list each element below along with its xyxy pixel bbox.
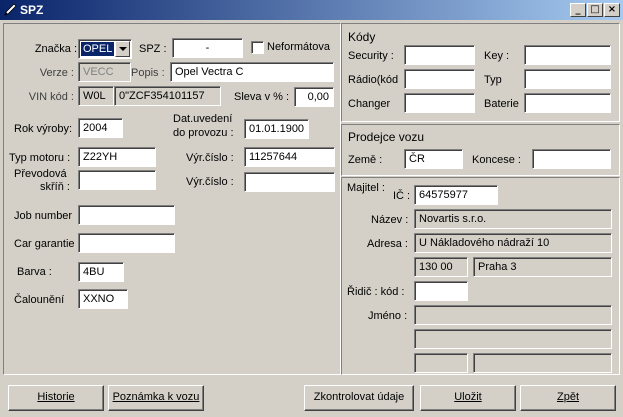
ulozit-button-label: Uložit [454,391,482,403]
poznamka-button-label: Poznámka k vozu [112,391,200,403]
job-label: Job number [14,210,73,222]
radio-input[interactable] [404,69,475,89]
adresa-input[interactable]: U Nákladového nádraží 10 [414,233,612,253]
typ-input[interactable] [524,69,611,89]
popis-input[interactable]: Opel Vectra C [170,62,334,82]
pencil-icon [4,3,17,16]
calouneni-label: Čalounění [14,294,65,306]
jmeno-extra-input[interactable] [414,329,612,349]
zpet-button-label: Zpět [556,391,579,403]
close-button[interactable]: × [604,3,620,17]
nazev-label: Název : [371,214,409,226]
changer-input[interactable] [404,93,475,113]
vin-prefix-input[interactable]: W0L [78,86,114,106]
ic-label: IČ : [393,190,411,202]
neformatova-label: Neformátova [267,41,330,53]
baterie-input[interactable] [524,93,611,113]
minimize-button[interactable]: _ [570,3,586,17]
neformatova-checkbox[interactable] [251,41,264,54]
jmeno-input[interactable] [414,305,612,325]
zkontrolovat-button[interactable]: Zkontrolovat údaje [304,385,414,411]
security-label: Security : [348,50,394,62]
majitel-title: Majitel : [347,182,385,194]
nazev-input[interactable]: Novartis s.r.o. [414,209,612,229]
popis-label: Popis : [131,67,165,79]
typ-label: Typ [484,74,502,86]
verze-input[interactable]: VECC [78,62,131,82]
key-label: Key : [484,50,510,62]
znacka-selected-value: OPEL [81,42,115,56]
poznamka-button[interactable]: Poznámka k vozu [108,385,204,411]
rok-input[interactable]: 2004 [78,118,123,138]
ridic-input[interactable] [414,281,468,301]
key-input[interactable] [524,45,611,65]
mesto-input[interactable]: Praha 3 [473,257,612,277]
koncese-label: Koncese : [472,154,521,166]
sleva-label: Sleva v % : [234,91,290,103]
jmeno-mesto-input[interactable] [473,353,612,373]
verze-label: Verze : [39,67,74,79]
vyr-cislo-input-1[interactable]: 11257644 [244,147,335,167]
title-bar: SPZ _ □ × [0,0,623,20]
changer-label: Changer [348,98,391,110]
rok-label: Rok výroby: [14,123,73,135]
dat-label-1: Dat.uvedení [173,113,233,125]
psc-input[interactable]: 130 00 [414,257,468,277]
adresa-label: Adresa : [367,238,408,250]
vin-label: VIN kód : [28,91,74,103]
jmeno-psc-input[interactable] [414,353,468,373]
vin-input[interactable]: 0"ZCF354101157 [114,86,221,106]
barva-label: Barva : [17,266,52,278]
prevodova-input[interactable] [78,170,156,190]
vyr-cislo-label-1: Výr.číslo : [186,152,234,164]
car-garantie-label: Car garantie [14,238,75,250]
window-title: SPZ [20,3,44,17]
radio-label: Rádio(kód [348,74,399,86]
vyr-cislo-input-2[interactable] [244,172,335,192]
ulozit-button[interactable]: Uložit [420,385,516,411]
dat-input[interactable]: 01.01.1900 [244,119,309,139]
spz-input[interactable]: - [172,38,243,58]
prodejce-title: Prodejce vozu [348,130,425,144]
zeme-input[interactable]: ČR [404,149,463,169]
baterie-label: Baterie [484,98,519,110]
maximize-button[interactable]: □ [587,3,603,17]
dat-label-2: do provozu : [173,127,234,139]
znacka-select[interactable]: OPEL [78,39,132,59]
vyr-cislo-label-2: Výr.číslo : [186,176,234,188]
security-input[interactable] [404,45,475,65]
historie-button-label: Historie [37,391,75,403]
ic-input[interactable]: 64575977 [414,185,498,205]
ridic-label: Řidič : kód : [347,286,405,298]
prevodova-label-2: skříň : [40,181,70,193]
koncese-input[interactable] [532,149,611,169]
chevron-down-icon[interactable] [115,41,130,57]
zeme-label: Země : [348,154,383,166]
znacka-label: Značka : [34,43,77,55]
job-input[interactable] [78,205,175,225]
kody-title: Kódy [348,30,376,44]
calouneni-input[interactable]: XXNO [78,289,128,309]
sleva-input[interactable]: 0,00 [294,87,334,107]
zpet-button[interactable]: Zpět [520,385,616,411]
car-garantie-input[interactable] [78,233,175,253]
zkontrolovat-button-label: Zkontrolovat údaje [313,391,405,403]
typ-motoru-label: Typ motoru : [9,152,71,164]
spz-label: SPZ : [139,43,167,55]
prevodova-label-1: Převodová [14,168,67,180]
historie-button[interactable]: Historie [8,385,104,411]
typ-motoru-input[interactable]: Z22YH [78,147,156,167]
jmeno-label: Jméno : [368,310,408,322]
barva-input[interactable]: 4BU [78,262,124,282]
